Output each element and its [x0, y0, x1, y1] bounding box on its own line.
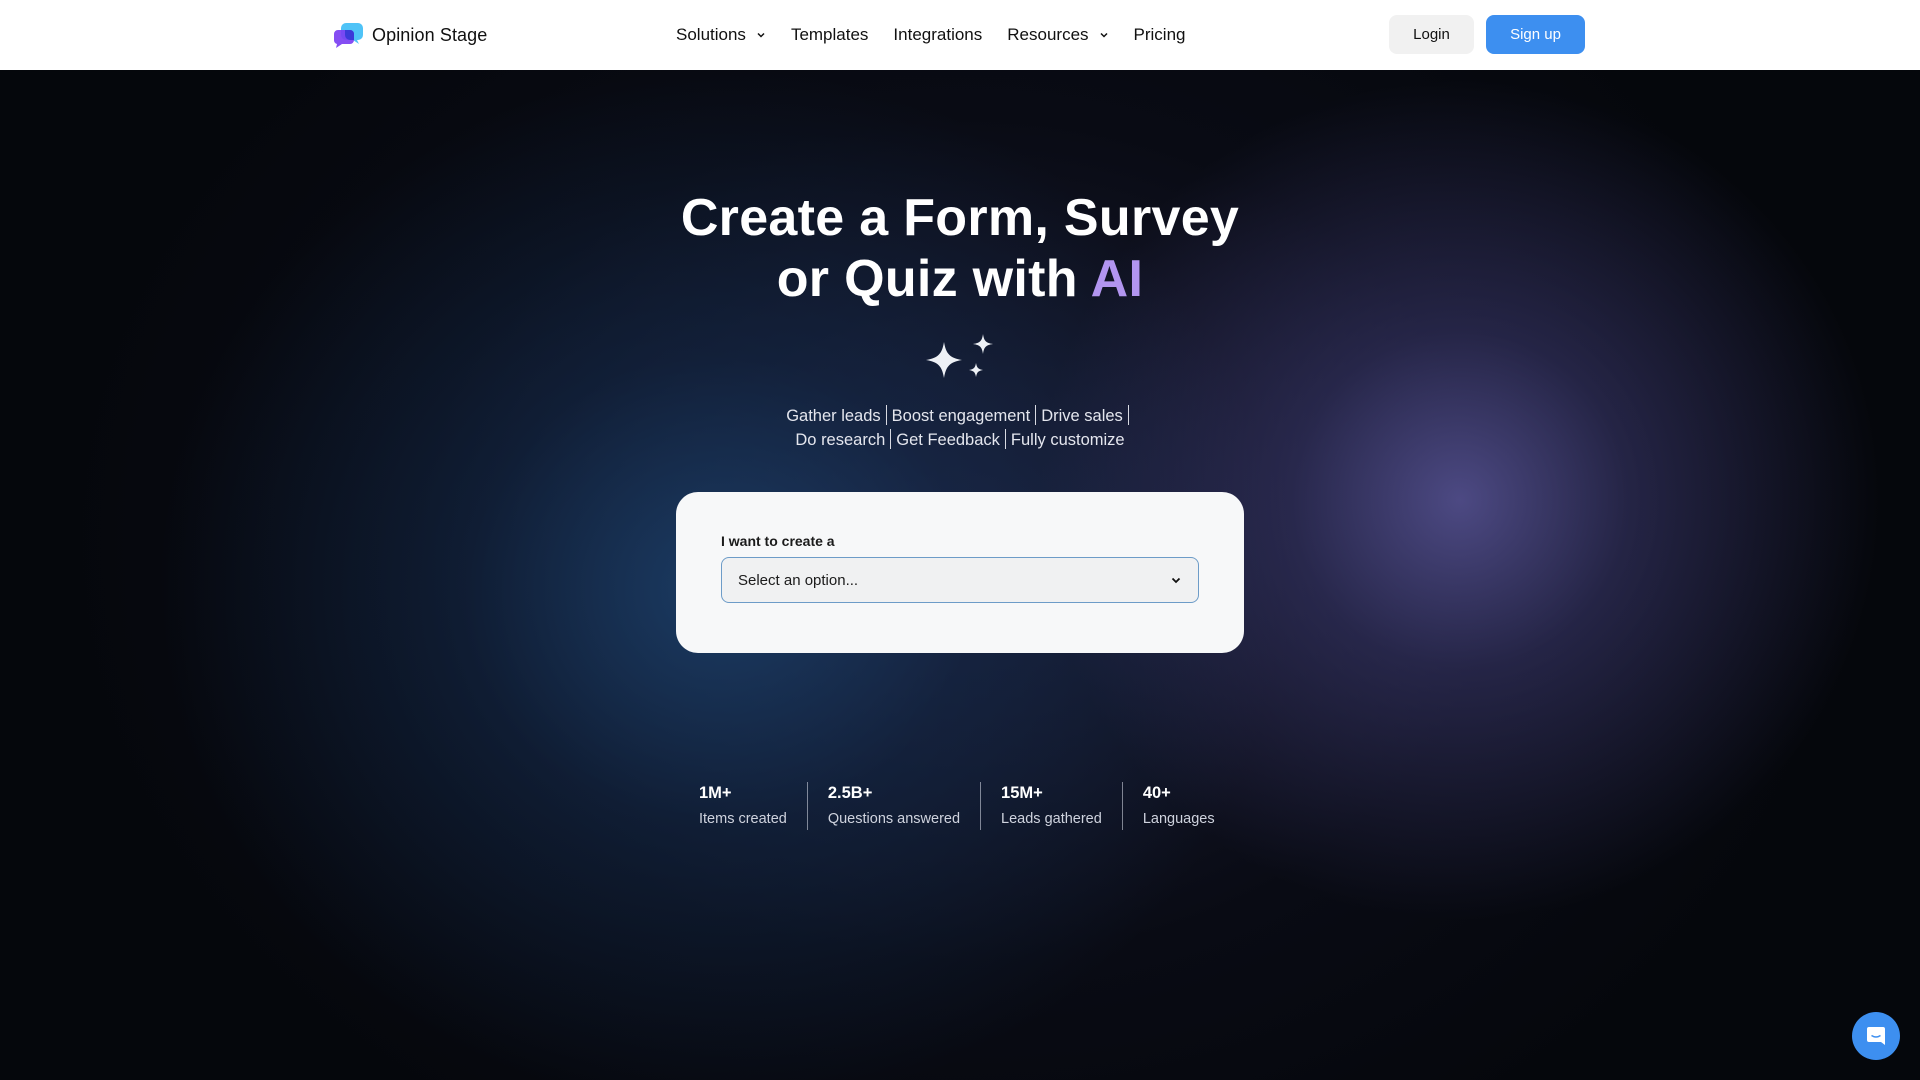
stat-value: 2.5B+: [827, 784, 873, 802]
tagline-line2: Do research Get Feedback Fully customize: [0, 428, 1920, 452]
nav-solutions-label: Solutions: [676, 25, 746, 44]
stat-item: 2.5B+ Questions answered: [827, 782, 982, 830]
chevron-down-icon: [1171, 577, 1181, 584]
nav-solutions[interactable]: Solutions: [676, 25, 766, 45]
nav-pricing[interactable]: Pricing: [1134, 25, 1186, 45]
chat-launcher-button[interactable]: [1852, 1012, 1900, 1060]
tagline-separator: [1127, 405, 1129, 425]
stat-item: 1M+ Items created: [699, 782, 808, 830]
login-button[interactable]: Login: [1389, 15, 1474, 54]
create-type-select[interactable]: Select an option...: [721, 557, 1199, 603]
nav-pricing-label: Pricing: [1133, 25, 1186, 44]
tagline-item: Do research: [795, 431, 886, 449]
headline-line1: Create a Form, Survey: [680, 189, 1240, 247]
tagline-separator: [885, 405, 887, 425]
stat-item: 15M+ Leads gathered: [1001, 782, 1123, 830]
brand-name: Opinion Stage: [372, 24, 488, 45]
create-type-label: I want to create a: [721, 533, 835, 549]
tagline-item: Boost engagement: [891, 407, 1031, 425]
tagline-separator: [890, 429, 892, 449]
sparkles-icon: [926, 334, 993, 378]
tagline-item: Fully customize: [1010, 431, 1125, 449]
chevron-down-icon: [757, 32, 765, 38]
hero-headline: Create a Form, Survey or Quiz with AI: [0, 188, 1920, 310]
nav-integrations-label: Integrations: [893, 25, 983, 44]
stat-label: Questions answered: [827, 811, 961, 827]
chat-icon: [1867, 1027, 1885, 1045]
tagline-item: Gather leads: [786, 407, 881, 425]
nav-links: Solutions Templates Integrations Resourc…: [676, 0, 1211, 70]
hero-tagline: Gather leads Boost engagement Drive sales …: [0, 404, 1920, 452]
stat-value: 40+: [1142, 784, 1171, 802]
nav-resources-label: Resources: [1007, 25, 1089, 44]
logo-icon: [333, 21, 364, 49]
tagline-line1: Gather leads Boost engagement Drive sales: [0, 404, 1920, 428]
select-placeholder: Select an option...: [738, 571, 859, 589]
stat-value: 1M+: [699, 784, 732, 802]
stat-value: 15M+: [1001, 784, 1043, 802]
headline-line2: or Quiz with: [776, 250, 1091, 308]
nav-templates[interactable]: Templates: [791, 25, 868, 45]
nav-resources[interactable]: Resources: [1007, 25, 1108, 45]
stat-label: Languages: [1142, 811, 1215, 827]
tagline-item: Get Feedback: [896, 431, 1000, 449]
brand-logo[interactable]: Opinion Stage: [333, 20, 488, 50]
signup-button[interactable]: Sign up: [1486, 15, 1585, 54]
tagline-separator: [1035, 405, 1037, 425]
nav-templates-label: Templates: [790, 25, 869, 44]
chevron-down-icon: [1100, 32, 1108, 38]
stat-label: Leads gathered: [1001, 811, 1102, 827]
tagline-item: Drive sales: [1041, 407, 1123, 425]
top-navbar: Opinion Stage Solutions Templates Integr…: [0, 0, 1920, 70]
stats-row: 1M+ Items created 2.5B+ Questions answer…: [699, 782, 1255, 832]
hero-section: Create a Form, Survey or Quiz with AI Ga…: [0, 70, 1920, 1080]
nav-integrations[interactable]: Integrations: [893, 25, 982, 45]
stat-label: Items created: [699, 811, 787, 827]
headline-ai-highlight: AI: [1090, 250, 1144, 308]
stat-item: 40+ Languages: [1143, 782, 1235, 830]
tagline-separator: [1004, 429, 1006, 449]
create-form-card: I want to create a Select an option...: [676, 492, 1244, 653]
